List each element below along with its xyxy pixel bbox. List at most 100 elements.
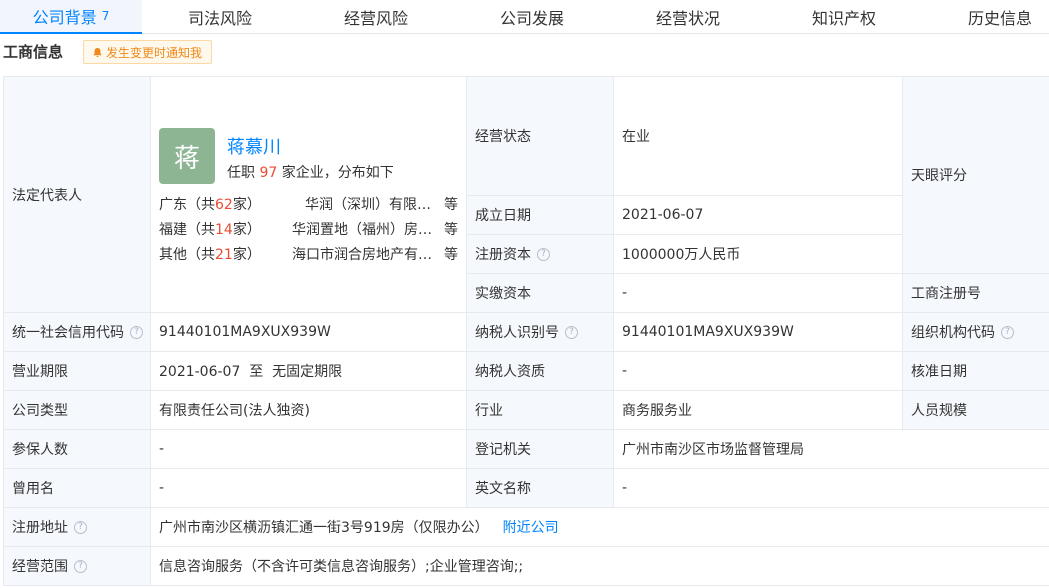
taxpayer-qual-value: - <box>614 352 903 391</box>
value-text: - <box>622 363 628 379</box>
company-link[interactable]: 海口市润合房地产有限公司 <box>292 244 432 264</box>
help-icon[interactable]: ? <box>74 559 87 573</box>
help-icon[interactable]: ? <box>565 325 578 339</box>
industry-value: 商务服务业 <box>614 391 903 430</box>
help-icon[interactable]: ? <box>130 325 143 339</box>
region-suffix: 家） <box>232 222 261 238</box>
tab-intellectual-property[interactable]: 知识产权 <box>766 0 922 34</box>
score-label: 天眼评分 <box>903 77 1049 274</box>
label-text: 统一社会信用代码 <box>12 325 124 341</box>
industry-label: 行业 <box>467 391 614 430</box>
company-link[interactable]: 华润（深圳）有限公司 <box>305 194 435 214</box>
tab-label: 经营状况 <box>655 9 720 28</box>
reg-capital-label: 注册资本? <box>467 235 614 274</box>
tab-judicial-risk[interactable]: 司法风险 <box>142 0 298 34</box>
credit-code-label: 统一社会信用代码? <box>4 313 151 352</box>
company-link[interactable]: 华润置地（福州）房地产有限公司 <box>292 219 432 239</box>
region-text: 福建（共14家） <box>159 219 261 239</box>
label-text: 核准日期 <box>911 364 967 380</box>
value-text: 91440101MA9XUX939W <box>622 324 794 340</box>
label-text: 法定代表人 <box>12 187 82 204</box>
value-text: 广州市南沙区横沥镇汇通一街3号919房（仅限办公） <box>159 520 489 536</box>
label-text: 纳税人识别号 <box>475 325 559 341</box>
region-count[interactable]: 14 <box>215 222 233 238</box>
avatar[interactable]: 蒋 <box>159 128 215 184</box>
value-text: 在业 <box>622 129 650 145</box>
taxpayer-qual-label: 纳税人资质 <box>467 352 614 391</box>
company-count[interactable]: 97 <box>259 165 277 181</box>
value-text: 信息咨询服务（不含许可类信息咨询服务）;企业管理咨询;; <box>159 559 524 575</box>
label-text: 天眼评分 <box>911 168 967 184</box>
value-text: 有限责任公司(法人独资) <box>159 403 310 419</box>
notify-label: 发生变更时通知我 <box>106 45 203 60</box>
tab-label: 知识产权 <box>811 9 876 28</box>
label-text: 参保人数 <box>12 442 68 458</box>
address-value: 广州市南沙区横沥镇汇通一街3号919房（仅限办公） 附近公司 <box>151 508 1049 547</box>
nearby-companies-link[interactable]: 附近公司 <box>503 517 559 537</box>
label-text: 经营范围 <box>12 559 68 575</box>
help-icon[interactable]: ? <box>1001 325 1014 339</box>
label-text: 注册地址 <box>12 520 68 536</box>
value-text: - <box>622 285 628 301</box>
tab-company-development[interactable]: 公司发展 <box>454 0 610 34</box>
help-icon[interactable]: ? <box>537 247 550 261</box>
value-text: 商务服务业 <box>622 403 692 419</box>
founded-label: 成立日期 <box>467 196 614 235</box>
label-text: 英文名称 <box>475 481 531 497</box>
status-label: 经营状态 <box>467 77 614 196</box>
label-text: 公司类型 <box>12 403 68 419</box>
former-name-value: - <box>151 469 467 508</box>
staff-size-label: 人员规模 <box>903 391 1049 430</box>
insured-label: 参保人数 <box>4 430 151 469</box>
region-text: 广东（共62家） <box>159 194 261 214</box>
region-prefix: 广东（共 <box>159 197 215 213</box>
english-name-value: - <box>614 469 1049 508</box>
tab-label: 经营风险 <box>343 9 408 28</box>
reg-capital-value: 1000000万人民币 <box>614 235 903 274</box>
value-text: 广州市南沙区市场监督管理局 <box>622 442 804 458</box>
company-type-label: 公司类型 <box>4 391 151 430</box>
label-text: 纳税人资质 <box>475 364 545 380</box>
distribution-row: 广东（共62家） 华润（深圳）有限公司 等 <box>159 194 463 214</box>
biz-reg-no-label: 工商注册号 <box>903 274 1049 313</box>
etc-text: 等 <box>444 247 458 263</box>
scope-value: 信息咨询服务（不含许可类信息咨询服务）;企业管理咨询;; <box>151 547 1049 586</box>
reg-authority-label: 登记机关 <box>467 430 614 469</box>
scope-label: 经营范围? <box>4 547 151 586</box>
credit-code-value: 91440101MA9XUX939W <box>151 313 467 352</box>
tab-history[interactable]: 历史信息 <box>922 0 1049 34</box>
tab-count: 7 <box>101 9 110 23</box>
tab-company-background[interactable]: 公司背景 7 <box>0 0 142 34</box>
region-count[interactable]: 21 <box>215 247 233 263</box>
region-count[interactable]: 62 <box>215 197 233 213</box>
value-text: 91440101MA9XUX939W <box>159 324 331 340</box>
distribution-row: 福建（共14家） 华润置地（福州）房地产有限公司 等 <box>159 219 463 239</box>
status-value: 在业 <box>614 77 903 196</box>
founded-value: 2021-06-07 <box>614 196 903 235</box>
taxpayer-id-value: 91440101MA9XUX939W <box>614 313 903 352</box>
summary-suffix: 家企业，分布如下 <box>281 165 394 181</box>
tab-label: 公司背景 <box>32 8 97 27</box>
label-text: 实缴资本 <box>475 286 531 302</box>
region-suffix: 家） <box>232 247 261 263</box>
legal-rep-name-link[interactable]: 蒋慕川 <box>227 133 281 159</box>
notify-change-button[interactable]: 发生变更时通知我 <box>83 40 213 64</box>
reg-authority-value: 广州市南沙区市场监督管理局 <box>614 430 1049 469</box>
help-icon[interactable]: ? <box>74 520 87 534</box>
tab-business-risk[interactable]: 经营风险 <box>298 0 454 34</box>
label-text: 人员规模 <box>911 403 967 419</box>
legal-rep-card: 蒋 蒋慕川 任职 97 家企业，分布如下 广东（共62家） 华润（深圳）有限公司… <box>151 77 467 313</box>
bell-icon <box>93 47 102 57</box>
term-label: 营业期限 <box>4 352 151 391</box>
value-text: 1000000万人民币 <box>622 247 741 263</box>
value-text: - <box>159 480 165 496</box>
label-text: 注册资本 <box>475 247 531 263</box>
label-text: 营业期限 <box>12 364 68 380</box>
tab-business-status[interactable]: 经营状况 <box>610 0 766 34</box>
region-prefix: 福建（共 <box>159 222 215 238</box>
region-suffix: 家） <box>232 197 261 213</box>
summary-prefix: 任职 <box>227 165 255 181</box>
company-type-value: 有限责任公司(法人独资) <box>151 391 467 430</box>
label-text: 曾用名 <box>12 481 54 497</box>
value-text: 2021-06-07 <box>622 207 704 223</box>
